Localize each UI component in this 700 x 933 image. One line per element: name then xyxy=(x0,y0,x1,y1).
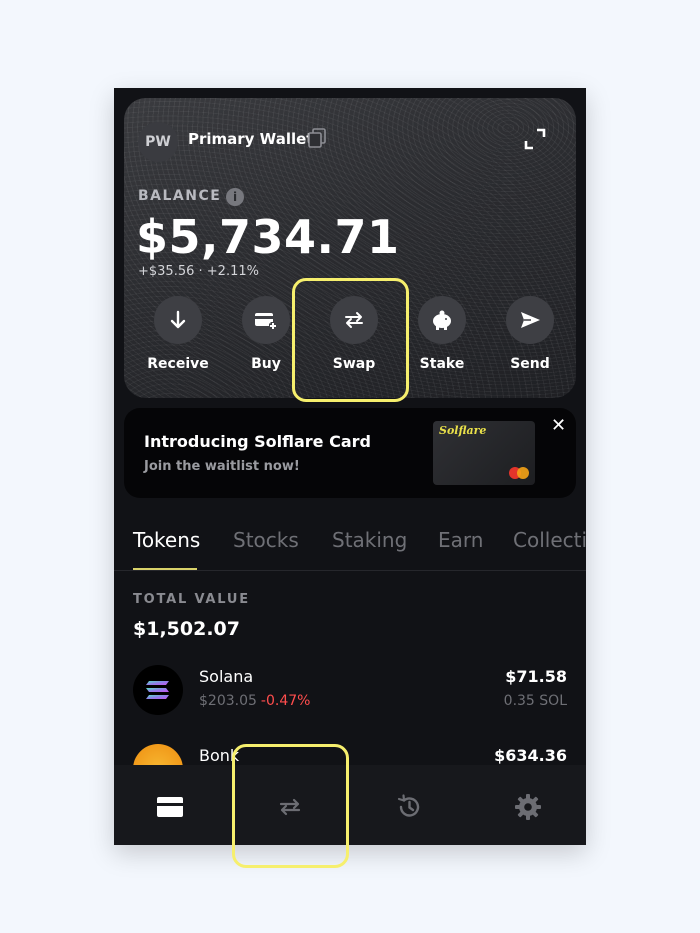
stake-label: Stake xyxy=(419,356,465,372)
tab-collectibles[interactable]: Collecti xyxy=(513,528,586,552)
info-icon[interactable]: i xyxy=(226,188,244,206)
arrow-down-icon xyxy=(154,296,202,344)
piggy-bank-icon xyxy=(418,296,466,344)
card-brand-logo: Solflare xyxy=(439,424,487,437)
close-icon[interactable]: ✕ xyxy=(551,415,566,436)
send-button[interactable]: Send xyxy=(490,296,570,372)
bottom-nav xyxy=(114,765,586,845)
token-change: -0.47% xyxy=(260,693,311,709)
swap-nav-highlight xyxy=(232,744,349,868)
asset-tabs: Tokens Stocks Staking Earn Collecti xyxy=(114,510,586,571)
token-price: $203.05 xyxy=(199,693,257,709)
balance-label: BALANCE xyxy=(138,188,222,204)
token-price-line: $203.05 -0.47% xyxy=(199,693,310,709)
stake-button[interactable]: Stake xyxy=(402,296,482,372)
history-icon[interactable] xyxy=(389,787,429,827)
token-name: Solana xyxy=(199,667,254,686)
tab-earn[interactable]: Earn xyxy=(438,528,483,552)
solana-logo-icon xyxy=(133,665,183,715)
wallet-icon[interactable] xyxy=(150,787,190,827)
token-amount: 0.35 SOL xyxy=(503,693,567,709)
tab-stocks[interactable]: Stocks xyxy=(233,528,299,552)
wallet-name[interactable]: Primary Wallet xyxy=(188,130,313,148)
paper-plane-icon xyxy=(506,296,554,344)
tab-tokens[interactable]: Tokens xyxy=(133,528,200,552)
active-tab-indicator xyxy=(133,568,197,570)
wallet-avatar[interactable]: PW xyxy=(138,122,178,162)
total-value-amount: $1,502.07 xyxy=(133,618,240,640)
tab-staking[interactable]: Staking xyxy=(332,528,407,552)
swap-action-highlight xyxy=(292,278,409,402)
solflare-card-image: Solflare xyxy=(433,421,535,485)
total-value-label: TOTAL VALUE xyxy=(133,592,250,607)
token-usd-value: $71.58 xyxy=(505,667,567,686)
send-label: Send xyxy=(510,356,550,372)
receive-button[interactable]: Receive xyxy=(138,296,218,372)
gear-icon[interactable] xyxy=(508,787,548,827)
token-row-solana[interactable]: Solana $203.05 -0.47% $71.58 0.35 SOL xyxy=(114,665,586,725)
solflare-card-promo[interactable]: Introducing Solflare Card Join the waitl… xyxy=(124,408,576,498)
promo-title: Introducing Solflare Card xyxy=(144,432,371,451)
card-plus-icon xyxy=(242,296,290,344)
receive-label: Receive xyxy=(147,356,209,372)
promo-subtitle: Join the waitlist now! xyxy=(144,459,300,474)
token-usd-value: $634.36 xyxy=(494,746,567,765)
balance-amount: $5,734.71 xyxy=(136,210,400,264)
copy-icon[interactable] xyxy=(308,128,326,148)
expand-icon[interactable] xyxy=(524,128,546,150)
wallet-app: PW Primary Wallet BALANCE i $5,734.71 +$… xyxy=(114,88,586,845)
balance-change: +$35.56 · +2.11% xyxy=(138,264,259,279)
